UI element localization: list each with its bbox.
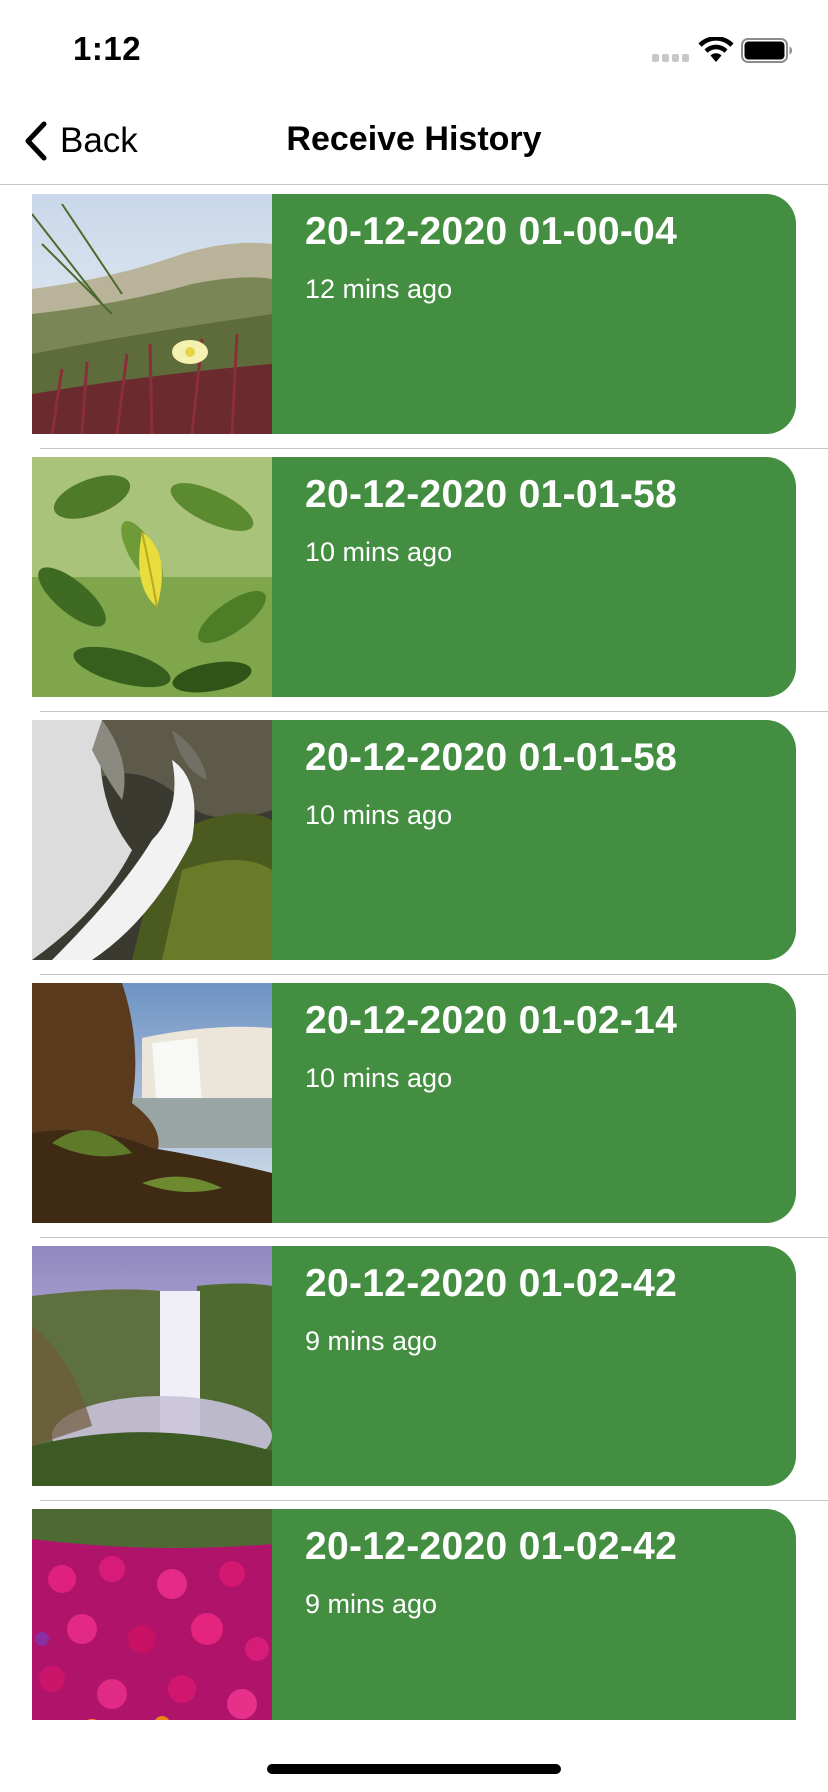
list-item[interactable]: 20-12-2020 01-02-14 10 mins ago — [0, 975, 828, 1238]
history-card[interactable]: 20-12-2020 01-00-04 12 mins ago — [32, 194, 796, 434]
history-item-time: 9 mins ago — [305, 1589, 438, 1619]
history-item-time: 12 mins ago — [305, 274, 453, 304]
history-card[interactable]: 20-12-2020 01-01-58 10 mins ago — [32, 720, 796, 960]
history-item-time: 10 mins ago — [305, 800, 453, 830]
page-title: Receive History — [286, 120, 542, 158]
history-item-title: 20-12-2020 01-02-14 — [305, 999, 678, 1042]
wifi-icon — [698, 37, 734, 62]
navigation-bar: Back Receive History — [0, 96, 828, 185]
history-card[interactable]: 20-12-2020 01-02-42 9 mins ago — [32, 1509, 796, 1720]
yellow-leaf-thumbnail — [32, 457, 272, 697]
misty-waterfall-thumbnail — [32, 1246, 272, 1486]
cellular-signal-icon — [652, 54, 689, 62]
history-item-title: 20-12-2020 01-01-58 — [305, 736, 678, 779]
history-item-time: 10 mins ago — [305, 1063, 453, 1093]
status-time: 1:12 — [73, 30, 142, 67]
pink-flowers-thumbnail — [32, 1509, 272, 1720]
history-card[interactable]: 20-12-2020 01-01-58 10 mins ago — [32, 457, 796, 697]
history-item-title: 20-12-2020 01-00-04 — [305, 210, 678, 253]
history-item-title: 20-12-2020 01-01-58 — [305, 473, 678, 516]
history-item-time: 9 mins ago — [305, 1326, 438, 1356]
list-item[interactable]: 20-12-2020 01-00-04 12 mins ago — [0, 186, 828, 449]
list-item[interactable]: 20-12-2020 01-01-58 10 mins ago — [0, 449, 828, 712]
waterfall-cliff-thumbnail — [32, 983, 272, 1223]
history-card[interactable]: 20-12-2020 01-02-42 9 mins ago — [32, 1246, 796, 1486]
status-bar: 1:12 — [0, 0, 828, 96]
receive-history-list[interactable]: 20-12-2020 01-00-04 12 mins ago 20-12-20… — [0, 186, 828, 1720]
waterfall-rocks-thumbnail — [32, 720, 272, 960]
list-item[interactable]: 20-12-2020 01-02-42 9 mins ago — [0, 1501, 828, 1720]
history-card[interactable]: 20-12-2020 01-02-14 10 mins ago — [32, 983, 796, 1223]
home-indicator[interactable] — [267, 1764, 561, 1774]
history-item-title: 20-12-2020 01-02-42 — [305, 1262, 678, 1305]
history-item-title: 20-12-2020 01-02-42 — [305, 1525, 678, 1568]
list-item[interactable]: 20-12-2020 01-01-58 10 mins ago — [0, 712, 828, 975]
history-item-time: 10 mins ago — [305, 537, 453, 567]
list-item[interactable]: 20-12-2020 01-02-42 9 mins ago — [0, 1238, 828, 1501]
battery-icon — [741, 38, 792, 63]
coastal-plants-thumbnail — [32, 194, 272, 434]
